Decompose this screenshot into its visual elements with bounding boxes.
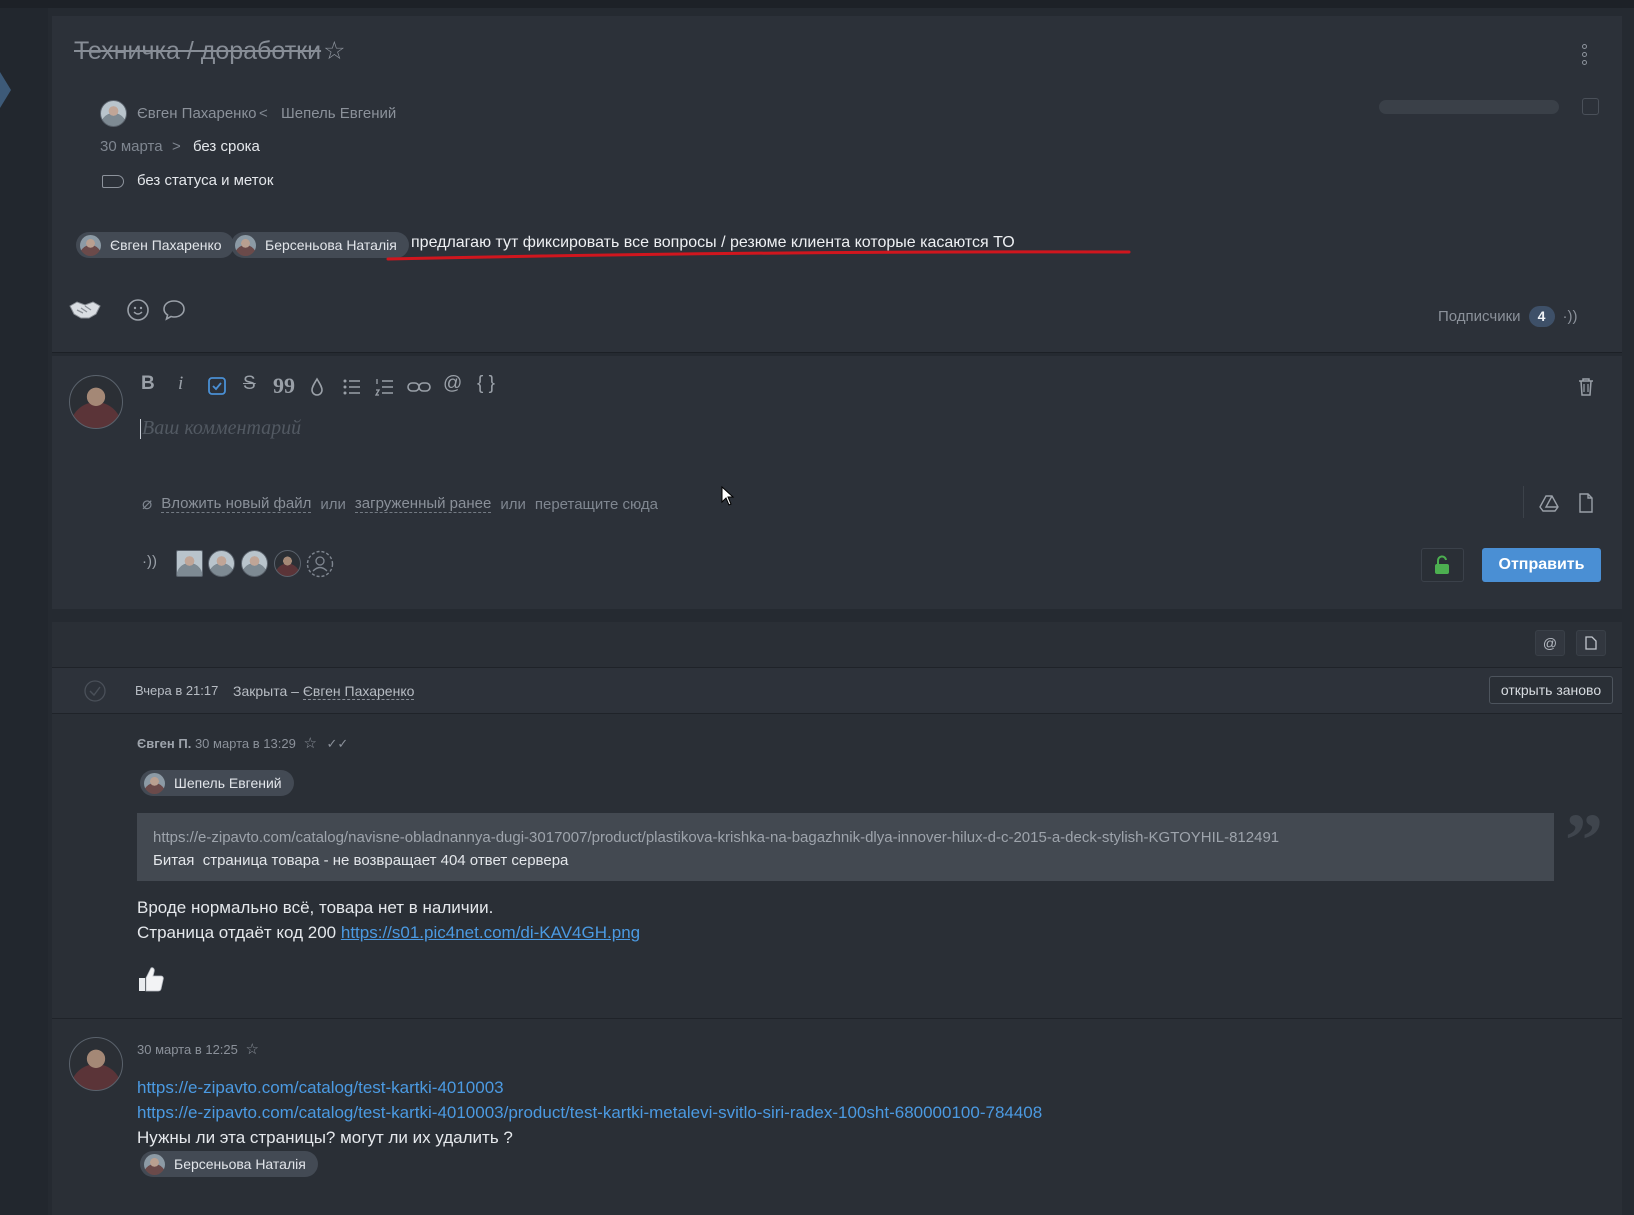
text-caret: [140, 419, 141, 439]
google-drive-icon[interactable]: [1539, 494, 1559, 512]
avatar: [235, 234, 256, 256]
bullet-list-icon[interactable]: [342, 377, 362, 397]
star-icon[interactable]: ☆: [323, 36, 345, 66]
progress-bar: [1379, 100, 1559, 114]
mentions-filter-button[interactable]: @: [1535, 630, 1565, 656]
strikethrough-icon[interactable]: S: [243, 373, 256, 395]
or-text: или: [320, 495, 346, 513]
star-icon[interactable]: ☆: [303, 735, 316, 752]
unlock-icon: [1435, 555, 1449, 574]
avatar: [144, 1153, 165, 1175]
italic-icon[interactable]: i: [178, 373, 183, 395]
trash-icon[interactable]: [1578, 377, 1594, 397]
task-title[interactable]: Техничка / доработки☆: [74, 36, 346, 66]
arrow-right-icon: >: [172, 138, 181, 155]
attach-new-file-link[interactable]: Вложить новый файл: [161, 495, 312, 513]
comment-time: 30 марта в 13:29: [194, 736, 296, 751]
divider: [52, 1018, 1622, 1019]
notify-icon[interactable]: ·)): [142, 553, 157, 570]
annotation-underline: [386, 250, 1131, 261]
event-text: Закрыта – Євген Пахаренко: [233, 683, 415, 700]
color-drop-icon[interactable]: [309, 377, 325, 397]
comment-link[interactable]: https://s01.pic4net.com/di-KAV4GH.png: [341, 923, 640, 942]
arrow-left-icon: <: [259, 105, 268, 122]
event-time: Вчера в 21:17: [135, 683, 219, 698]
subscriber-avatar[interactable]: [176, 550, 203, 577]
thumbs-up-icon[interactable]: [137, 965, 165, 993]
link-icon[interactable]: [407, 380, 431, 394]
numbered-list-icon[interactable]: [375, 377, 395, 397]
comment-time: 30 марта в 12:25: [137, 1042, 238, 1057]
subscribers[interactable]: Подписчики 4 ·)): [1438, 306, 1578, 327]
mention-icon[interactable]: @: [443, 373, 462, 395]
top-bar: [0, 0, 1634, 8]
comment-input[interactable]: Ваш комментарий: [142, 417, 301, 440]
comment-author[interactable]: Євген П.: [137, 736, 191, 751]
comment-line: Вроде нормально всё, товара нет в наличи…: [137, 898, 494, 917]
privacy-toggle-button[interactable]: [1421, 548, 1464, 582]
current-user-avatar: [69, 375, 123, 429]
divider: [1523, 486, 1524, 518]
check-circle-icon: [84, 680, 106, 702]
comment-link[interactable]: https://e-zipavto.com/catalog/test-kartk…: [137, 1075, 504, 1100]
read-receipt-icon: ✓✓: [326, 736, 349, 751]
task-created-date: 30 марта: [100, 138, 163, 155]
file-icon: [1585, 636, 1597, 650]
quote-url: https://e-zipavto.com/catalog/navisne-ob…: [153, 829, 1280, 846]
avatar: [80, 234, 101, 256]
comment-line: Нужны ли эта страницы? могут ли их удали…: [137, 1128, 513, 1147]
more-menu-icon[interactable]: [1582, 44, 1588, 66]
author-avatar: [100, 100, 127, 127]
comment-header: 30 марта в 12:25 ☆: [137, 1040, 259, 1058]
add-subscriber-icon[interactable]: [306, 550, 334, 578]
bold-icon[interactable]: B: [141, 373, 155, 395]
mouse-cursor-icon: [721, 486, 735, 506]
paperclip-icon: ⌀: [142, 494, 153, 513]
subscribers-count-badge: 4: [1528, 306, 1555, 327]
file-icon[interactable]: [1578, 493, 1594, 513]
attachment-bar: ⌀ Вложить новый файл или загруженный ран…: [142, 494, 658, 514]
commenter-avatar: [69, 1037, 123, 1091]
handshake-icon[interactable]: [68, 296, 102, 322]
quote-mark-icon: ”: [1565, 799, 1603, 883]
comment-line: Страница отдаёт код 200 https://s01.pic4…: [137, 923, 641, 942]
comment-header: Євген П. 30 марта в 13:29 ☆ ✓✓: [137, 734, 348, 752]
task-author[interactable]: Євген Пахаренко: [137, 105, 257, 122]
subscriber-avatar[interactable]: [274, 550, 301, 577]
reopen-button[interactable]: открыть заново: [1489, 676, 1613, 704]
avatar: [144, 772, 165, 794]
time-tracking-icon[interactable]: [1582, 98, 1599, 115]
task-status[interactable]: без статуса и меток: [137, 172, 273, 189]
comment-icon[interactable]: [162, 298, 186, 322]
event-user-link[interactable]: Євген Пахаренко: [302, 683, 415, 700]
mention-chip[interactable]: Берсеньова Наталія: [140, 1151, 318, 1177]
quote-icon[interactable]: 99: [273, 373, 295, 399]
checklist-icon[interactable]: [207, 376, 227, 396]
divider: [52, 713, 1622, 714]
comment-link[interactable]: https://e-zipavto.com/catalog/test-kartk…: [137, 1100, 1042, 1125]
send-button[interactable]: Отправить: [1482, 548, 1601, 582]
or-text: или: [500, 495, 526, 513]
code-icon[interactable]: { }: [477, 373, 495, 395]
subscriber-avatar[interactable]: [241, 550, 268, 577]
star-icon[interactable]: ☆: [246, 1041, 259, 1058]
files-filter-button[interactable]: [1576, 630, 1606, 656]
emoji-icon[interactable]: [126, 298, 150, 322]
attach-previous-link[interactable]: загруженный ранее: [354, 495, 492, 513]
quote-text: Битая страница товара - не возвращает 40…: [153, 852, 569, 869]
rail-expand-arrow[interactable]: [0, 72, 11, 108]
task-assigner[interactable]: Шепель Евгений: [281, 105, 396, 122]
left-rail: [0, 8, 48, 1215]
mention-chip[interactable]: Берсеньова Наталія: [231, 232, 409, 258]
tag-icon: [102, 175, 124, 188]
mention-chip[interactable]: Євген Пахаренко: [76, 232, 234, 258]
drag-hint: перетащите сюда: [534, 495, 659, 513]
subscriber-avatar[interactable]: [208, 550, 235, 577]
quote-block: https://e-zipavto.com/catalog/navisne-ob…: [137, 813, 1554, 881]
broadcast-icon: ·)): [1562, 308, 1578, 325]
mention-chip[interactable]: Шепель Евгений: [140, 770, 294, 796]
task-deadline[interactable]: без срока: [193, 138, 260, 155]
task-panel: Техничка / доработки☆ Євген Пахаренко < …: [52, 16, 1622, 353]
